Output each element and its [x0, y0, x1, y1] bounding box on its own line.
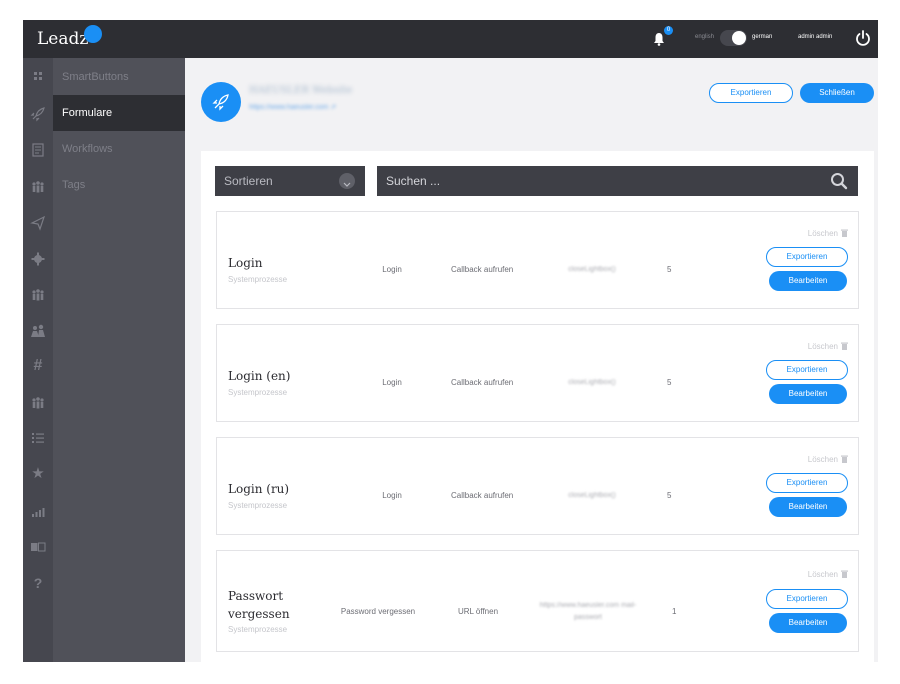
form-category: Systemprozesse	[228, 501, 288, 510]
form-category: Systemprozesse	[228, 625, 288, 634]
form-icon[interactable]	[30, 142, 46, 158]
sort-dropdown[interactable]: Sortieren	[215, 166, 365, 196]
export-all-button[interactable]: Exportieren	[709, 83, 793, 103]
search-icon[interactable]	[830, 172, 848, 190]
form-category: Systemprozesse	[228, 275, 288, 284]
project-name: HAEUSLER Website	[249, 85, 353, 96]
form-title[interactable]: Login	[228, 254, 328, 272]
signal-icon[interactable]	[30, 503, 46, 519]
delete-label: Löschen	[807, 455, 838, 464]
delete-link[interactable]: Löschen	[808, 342, 848, 351]
form-type: Login	[382, 491, 402, 500]
send-icon[interactable]	[30, 215, 46, 231]
delete-label: Löschen	[807, 229, 838, 238]
trash-icon	[841, 342, 848, 350]
trash-icon	[841, 229, 848, 237]
group-icon[interactable]	[30, 395, 46, 411]
notification-badge: 0	[664, 26, 673, 35]
form-action: Callback aufrufen	[451, 265, 514, 274]
form-card: Login Systemprozesse Login Callback aufr…	[216, 211, 859, 309]
close-button[interactable]: Schließen	[800, 83, 874, 103]
search-input[interactable]: Suchen ...	[377, 166, 858, 196]
rocket-icon[interactable]	[30, 106, 46, 122]
trash-icon	[841, 570, 848, 578]
star-icon[interactable]: ★	[30, 466, 46, 482]
form-action: Callback aufrufen	[451, 491, 514, 500]
help-icon[interactable]: ?	[30, 575, 46, 591]
form-category: Systemprozesse	[228, 388, 288, 397]
app-frame: Leadz 0 english german admin admin # ★ ?	[23, 20, 878, 662]
form-count: 5	[667, 491, 672, 500]
top-bar: Leadz 0 english german admin admin	[23, 20, 878, 58]
bell-icon[interactable]	[653, 32, 665, 46]
app-logo[interactable]: Leadz	[37, 29, 88, 49]
trash-icon	[841, 455, 848, 463]
form-target: https://www.haeusler.com mail-passwort	[539, 602, 637, 621]
edit-button[interactable]: Bearbeiten	[769, 613, 847, 633]
subnav-item-tags[interactable]: Tags	[53, 167, 185, 203]
form-action: URL öffnen	[458, 607, 499, 616]
delete-link[interactable]: Löschen	[808, 229, 848, 238]
form-target: closeLightbox()	[568, 492, 616, 499]
subnav-item-formulare[interactable]: Formulare	[53, 95, 185, 131]
form-title[interactable]: Login (ru)	[228, 480, 328, 498]
form-card: Login (en) Systemprozesse Login Callback…	[216, 324, 859, 422]
project-url[interactable]: https://www.haeusler.com ⇗	[249, 103, 336, 111]
power-icon[interactable]	[855, 29, 871, 47]
logo-dot-icon	[84, 25, 102, 43]
toggle-knob	[732, 31, 746, 45]
grid-icon[interactable]	[30, 68, 46, 84]
delete-label: Löschen	[807, 570, 838, 579]
delete-link[interactable]: Löschen	[808, 570, 848, 579]
export-button[interactable]: Exportieren	[766, 360, 848, 380]
form-target: closeLightbox()	[568, 379, 616, 386]
forms-panel: Sortieren Suchen ... Login Systemprozess…	[201, 151, 874, 662]
form-card: Passwort vergessen Systemprozesse Passwo…	[216, 550, 859, 652]
form-count: 5	[667, 265, 672, 274]
rocket-icon	[212, 94, 229, 111]
people-icon[interactable]	[30, 179, 46, 195]
export-button[interactable]: Exportieren	[766, 247, 848, 267]
map-people-icon[interactable]	[30, 323, 46, 339]
lang-german-label[interactable]: german	[752, 34, 772, 40]
project-avatar	[201, 82, 241, 122]
lang-english-label[interactable]: english	[695, 34, 714, 40]
form-title[interactable]: Login (en)	[228, 367, 328, 385]
form-count: 5	[667, 378, 672, 387]
main-content: HAEUSLER Website https://www.haeusler.co…	[185, 58, 878, 662]
form-target: closeLightbox()	[568, 266, 616, 273]
sub-navigation: SmartButtons Formulare Workflows Tags	[53, 58, 185, 662]
form-action: Callback aufrufen	[451, 378, 514, 387]
delete-link[interactable]: Löschen	[808, 455, 848, 464]
form-card: Login (ru) Systemprozesse Login Callback…	[216, 437, 859, 535]
form-type: Login	[382, 378, 402, 387]
gear-icon[interactable]	[30, 251, 46, 267]
list-icon[interactable]	[30, 430, 46, 446]
language-toggle[interactable]	[720, 30, 747, 46]
translate-icon[interactable]	[30, 539, 46, 555]
subnav-item-smartbuttons[interactable]: SmartButtons	[53, 59, 185, 95]
edit-button[interactable]: Bearbeiten	[769, 497, 847, 517]
icon-sidebar: # ★ ?	[23, 58, 53, 662]
edit-button[interactable]: Bearbeiten	[769, 384, 847, 404]
sort-label: Sortieren	[224, 174, 273, 188]
user-name[interactable]: admin admin	[798, 34, 832, 40]
chevron-down-icon	[339, 173, 355, 189]
edit-button[interactable]: Bearbeiten	[769, 271, 847, 291]
team-icon[interactable]	[30, 287, 46, 303]
form-count: 1	[672, 607, 677, 616]
export-button[interactable]: Exportieren	[766, 473, 848, 493]
delete-label: Löschen	[807, 342, 838, 351]
export-button[interactable]: Exportieren	[766, 589, 848, 609]
form-title[interactable]: Passwort vergessen	[228, 587, 318, 623]
form-type: Password vergessen	[340, 607, 416, 616]
subnav-item-workflows[interactable]: Workflows	[53, 131, 185, 167]
hash-icon[interactable]: #	[30, 358, 46, 374]
search-placeholder: Suchen ...	[386, 174, 441, 188]
form-type: Login	[382, 265, 402, 274]
